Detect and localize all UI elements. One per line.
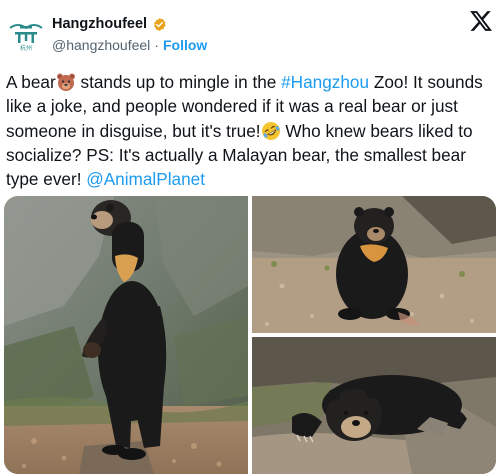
photo-sitting-bear[interactable] <box>252 196 496 333</box>
photo-standing-bear[interactable] <box>4 196 248 474</box>
mention-link[interactable]: @AnimalPlanet <box>86 169 205 189</box>
follow-button[interactable]: Follow <box>163 37 207 53</box>
author-handle[interactable]: @hangzhoufeel <box>52 37 150 53</box>
verified-badge-icon <box>152 17 167 32</box>
tweet-text-part1: A bear <box>6 72 56 92</box>
photo-lying-bear[interactable] <box>252 337 496 474</box>
bear-face-emoji-icon <box>56 72 76 92</box>
tweet-media-grid <box>4 196 496 474</box>
rolling-laughing-emoji-icon <box>261 121 281 141</box>
tweet-header: 杭州 Hangzhoufeel @hangzhoufeel · Follow <box>0 0 500 62</box>
svg-text:杭州: 杭州 <box>20 44 32 52</box>
tweet-text-part2: stands up to mingle in the <box>75 72 282 92</box>
x-logo-icon[interactable] <box>470 10 492 32</box>
separator-dot: · <box>154 37 159 53</box>
hashtag-link[interactable]: #Hangzhou <box>281 72 369 92</box>
author-name-row: Hangzhoufeel <box>52 16 167 32</box>
author-display-name[interactable]: Hangzhoufeel <box>52 16 147 32</box>
tweet-text: A bear stands up to mingle in the #Hangz… <box>6 70 494 191</box>
author-handle-row: @hangzhoufeel · Follow <box>52 37 207 53</box>
account-logo-avatar[interactable]: 杭州 <box>6 16 46 52</box>
